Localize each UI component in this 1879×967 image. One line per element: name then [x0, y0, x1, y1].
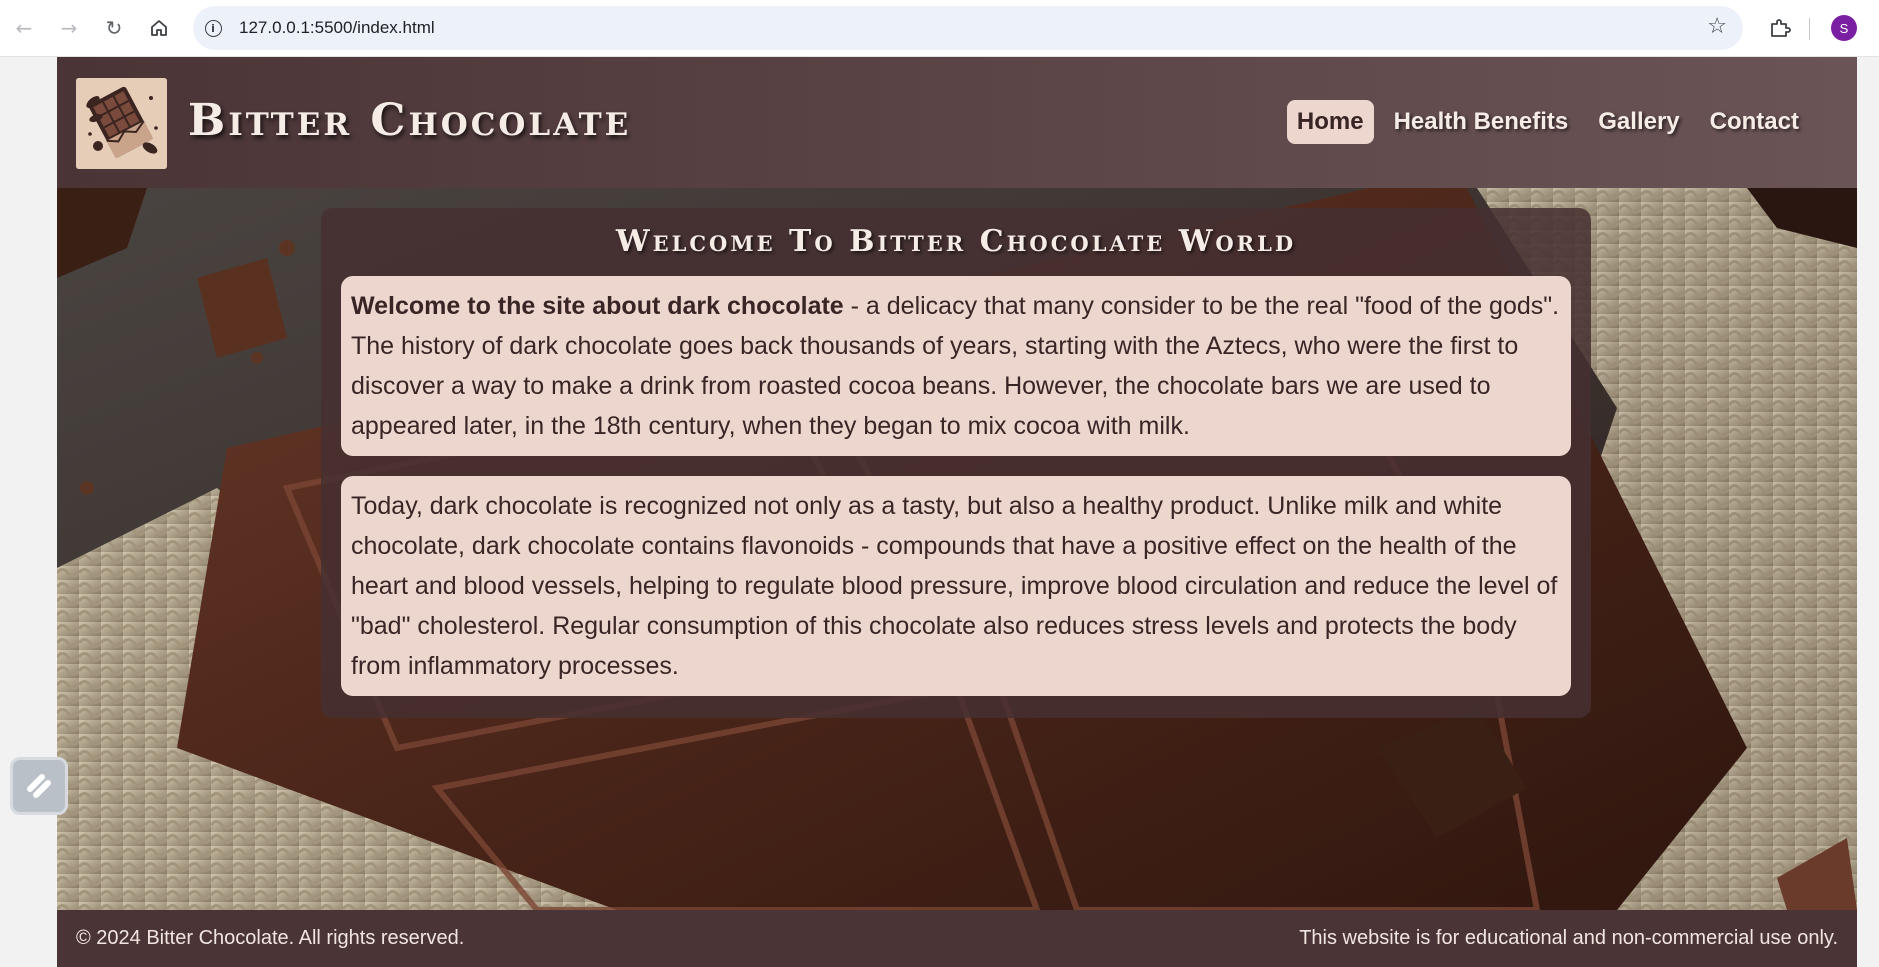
toolbar-divider — [1809, 18, 1810, 40]
puzzle-icon[interactable] — [1765, 13, 1795, 43]
address-bar[interactable]: i 127.0.0.1:5500/index.html ☆ — [193, 6, 1743, 50]
intro-card: Welcome to the site about dark chocolate… — [341, 276, 1571, 456]
site: Bitter Chocolate Home Health Benefits Ga… — [57, 57, 1857, 967]
copyright-text: © 2024 Bitter Chocolate. All rights rese… — [76, 927, 465, 949]
nav-health-benefits[interactable]: Health Benefits — [1384, 100, 1579, 144]
intro-lead: Welcome to the site about dark chocolate — [351, 292, 844, 320]
home-icon[interactable] — [143, 12, 175, 44]
health-card: Today, dark chocolate is recognized not … — [341, 476, 1571, 696]
nav-home[interactable]: Home — [1286, 100, 1374, 144]
arrow-right-icon[interactable]: → — [53, 12, 85, 44]
floating-widget-icon[interactable] — [10, 757, 68, 815]
disclaimer-text: This website is for educational and non-… — [1299, 927, 1838, 949]
info-icon[interactable]: i — [201, 16, 225, 40]
nav-gallery[interactable]: Gallery — [1588, 100, 1689, 144]
nav-contact[interactable]: Contact — [1700, 100, 1809, 144]
chocolate-logo-icon[interactable] — [76, 78, 167, 169]
brand-title: Bitter Chocolate — [188, 95, 632, 146]
profile-avatar[interactable]: S — [1831, 15, 1857, 41]
url-text[interactable]: 127.0.0.1:5500/index.html — [239, 18, 435, 38]
main-nav: Home Health Benefits Gallery Contact — [1286, 100, 1809, 144]
health-text: Today, dark chocolate is recognized not … — [351, 492, 1558, 680]
site-header: Bitter Chocolate Home Health Benefits Ga… — [57, 57, 1857, 188]
content-panel: Welcome To Bitter Chocolate World Welcom… — [321, 208, 1591, 718]
site-footer: © 2024 Bitter Chocolate. All rights rese… — [57, 910, 1857, 967]
browser-toolbar: ← → ↻ i 127.0.0.1:5500/index.html ☆ S — [0, 0, 1879, 57]
reload-icon[interactable]: ↻ — [98, 12, 130, 44]
page-viewport: Bitter Chocolate Home Health Benefits Ga… — [0, 57, 1879, 967]
page-title: Welcome To Bitter Chocolate World — [615, 224, 1297, 259]
star-icon[interactable]: ☆ — [1707, 14, 1727, 39]
arrow-left-icon[interactable]: ← — [8, 12, 40, 44]
